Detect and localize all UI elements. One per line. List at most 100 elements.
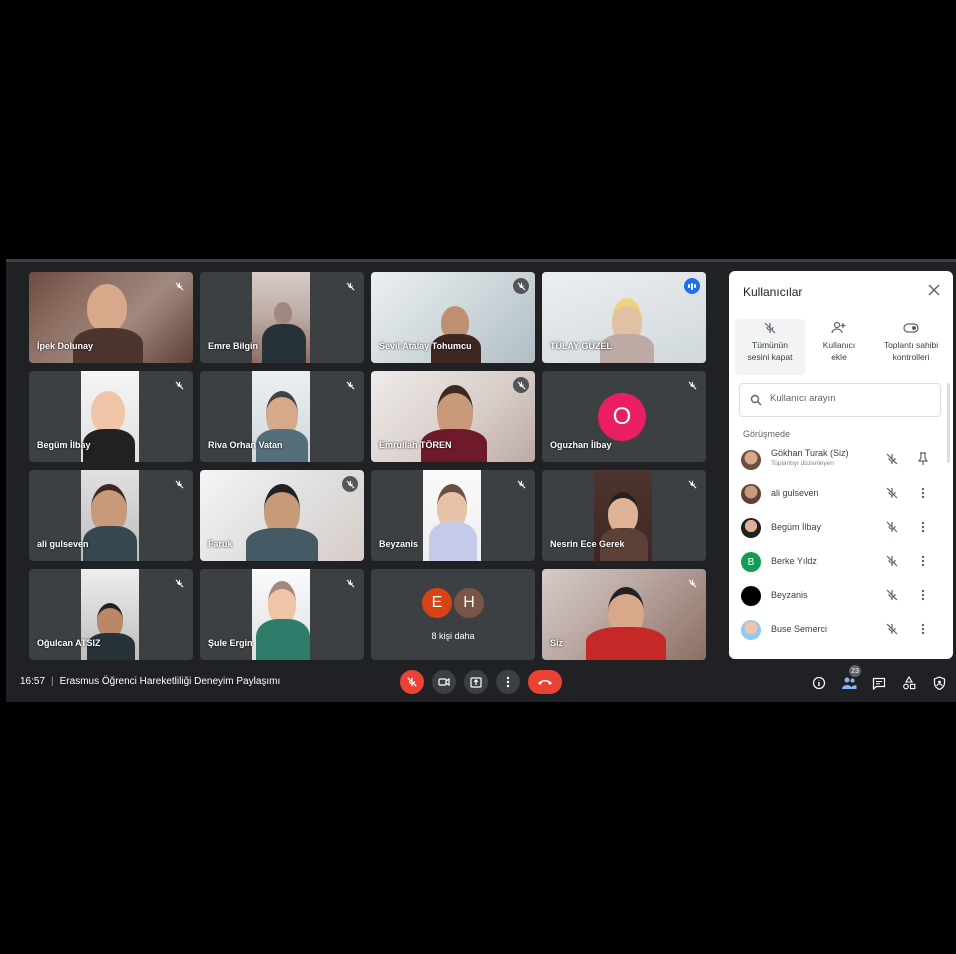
more-vert-icon[interactable] — [917, 554, 929, 570]
mic-off-icon — [684, 377, 700, 393]
camera-icon — [438, 677, 450, 687]
participant-name: Emrullah TÖREN — [379, 440, 452, 450]
avatar: B — [741, 552, 761, 572]
participant-name: TÜLAY GÜZEL — [550, 341, 613, 351]
mic-off-icon[interactable] — [885, 622, 901, 638]
more-vert-icon[interactable] — [917, 588, 929, 604]
shield-icon — [933, 676, 945, 690]
participant-tile[interactable]: Beyzanis — [371, 470, 535, 561]
more-vert-icon[interactable] — [917, 622, 929, 638]
participant-tile[interactable]: Nesrin Ece Gerek — [542, 470, 706, 561]
participants-panel: Kullanıcılar Tümünün sesini kapat Kullan… — [729, 271, 953, 659]
host-controls-button[interactable]: Toplantı sahibi kontrolleri — [873, 319, 949, 375]
avatar: H — [454, 588, 484, 618]
participant-row[interactable]: B Berke Yıldz — [729, 545, 945, 579]
mute-all-button[interactable]: Tümünün sesini kapat — [735, 319, 805, 375]
participant-row-name: Berke Yıldz — [771, 556, 817, 566]
more-participants-label: 8 kişi daha — [431, 631, 475, 641]
avatar — [741, 450, 761, 470]
participant-tile[interactable]: Oğulcan ATSIZ — [29, 569, 193, 660]
action-label: Kullanıcı — [822, 340, 856, 350]
close-icon[interactable] — [925, 281, 943, 299]
participant-tile-self[interactable]: Siz — [542, 569, 706, 660]
mic-off-icon — [684, 476, 700, 492]
participant-tile[interactable]: Sevil Atalay Tohumcu — [371, 272, 535, 363]
participant-tile[interactable]: Riva Orhan Vatan — [200, 371, 364, 462]
video-person — [91, 391, 125, 433]
participant-name: Şule Ergin — [208, 638, 253, 648]
participant-count-badge: 23 — [849, 665, 861, 677]
participant-tile[interactable]: Faruk — [200, 470, 364, 561]
leave-call-button[interactable] — [528, 670, 562, 694]
participant-name: Oğulcan ATSIZ — [37, 638, 101, 648]
panel-title: Kullanıcılar — [743, 285, 803, 299]
participants-button[interactable]: 23 — [840, 665, 861, 692]
chat-button[interactable] — [870, 674, 888, 692]
mic-off-icon — [513, 377, 529, 393]
mic-off-icon[interactable] — [885, 452, 901, 468]
mic-off-icon[interactable] — [885, 554, 901, 570]
participant-name: Oguzhan İlbay — [550, 440, 612, 450]
avatar — [741, 620, 761, 640]
host-controls-toolbar-button[interactable] — [930, 674, 948, 692]
participant-tile[interactable]: Emrullah TÖREN — [371, 371, 535, 462]
participant-tile[interactable]: Begüm İlbay — [29, 371, 193, 462]
participant-row[interactable]: Buse Semerci — [729, 613, 945, 647]
more-vert-icon — [506, 676, 510, 688]
mic-off-icon[interactable] — [885, 588, 901, 604]
participant-tile-speaking[interactable]: TÜLAY GÜZEL — [542, 272, 706, 363]
search-input[interactable] — [768, 392, 932, 405]
participant-name: Sevil Atalay Tohumcu — [379, 341, 472, 351]
add-user-button[interactable]: Kullanıcı ekle — [809, 319, 869, 375]
people-icon — [842, 677, 857, 689]
mic-off-icon[interactable] — [885, 520, 901, 536]
mic-off-icon — [342, 377, 358, 393]
more-participants-tile[interactable]: E H 8 kişi daha — [371, 569, 535, 660]
participant-row[interactable]: Beyzanis — [729, 579, 945, 613]
participant-name: ali gulseven — [37, 539, 89, 549]
mic-off-icon — [513, 476, 529, 492]
person-add-icon — [809, 319, 869, 337]
participant-tile[interactable]: Şule Ergin — [200, 569, 364, 660]
microphone-toggle-button[interactable] — [400, 670, 424, 694]
window-edge — [6, 259, 956, 262]
participant-tile[interactable]: İpek Dolunay — [29, 272, 193, 363]
activities-button[interactable] — [900, 674, 918, 692]
more-avatars: E H 8 kişi daha — [371, 569, 535, 660]
participant-row[interactable]: ali gulseven — [729, 477, 945, 511]
participant-tile[interactable]: Emre Bilgin — [200, 272, 364, 363]
pin-icon[interactable] — [917, 452, 929, 468]
more-options-button[interactable] — [496, 670, 520, 694]
participant-row-name: Gökhan Turak (Siz) — [771, 448, 849, 458]
camera-toggle-button[interactable] — [432, 670, 456, 694]
participant-tile[interactable]: O Oguzhan İlbay — [542, 371, 706, 462]
more-vert-icon[interactable] — [917, 486, 929, 502]
speaking-indicator-icon — [684, 278, 700, 294]
present-screen-button[interactable] — [464, 670, 488, 694]
meeting-details-button[interactable] — [810, 674, 828, 692]
clock-time: 16:57 — [20, 676, 46, 687]
mic-off-icon — [735, 319, 805, 337]
participant-tile[interactable]: ali gulseven — [29, 470, 193, 561]
participant-row-name: Buse Semerci — [771, 624, 828, 634]
present-icon — [470, 676, 482, 688]
more-vert-icon[interactable] — [917, 520, 929, 536]
mic-off-icon — [407, 677, 417, 687]
avatar: E — [422, 588, 452, 618]
action-label: kontrolleri — [892, 352, 930, 362]
meet-window: İpek Dolunay Emre Bilgin Sevil Atalay To… — [6, 259, 956, 702]
action-label: sesini kapat — [747, 352, 793, 362]
participant-search[interactable] — [739, 383, 941, 417]
info-icon — [812, 676, 826, 690]
scrollbar[interactable] — [947, 383, 950, 463]
mic-off-icon — [342, 476, 358, 492]
participant-name: Faruk — [208, 539, 233, 549]
mic-off-icon — [342, 278, 358, 294]
mic-off-icon[interactable] — [885, 486, 901, 502]
participant-name: Riva Orhan Vatan — [208, 440, 283, 450]
video-person-body — [586, 627, 666, 660]
participant-row[interactable]: Begüm İlbay — [729, 511, 945, 545]
participant-row[interactable]: Gökhan Turak (Siz) Toplantıyı düzenleyen — [729, 443, 945, 477]
video-person-body — [256, 619, 310, 660]
hang-up-icon — [538, 680, 552, 685]
